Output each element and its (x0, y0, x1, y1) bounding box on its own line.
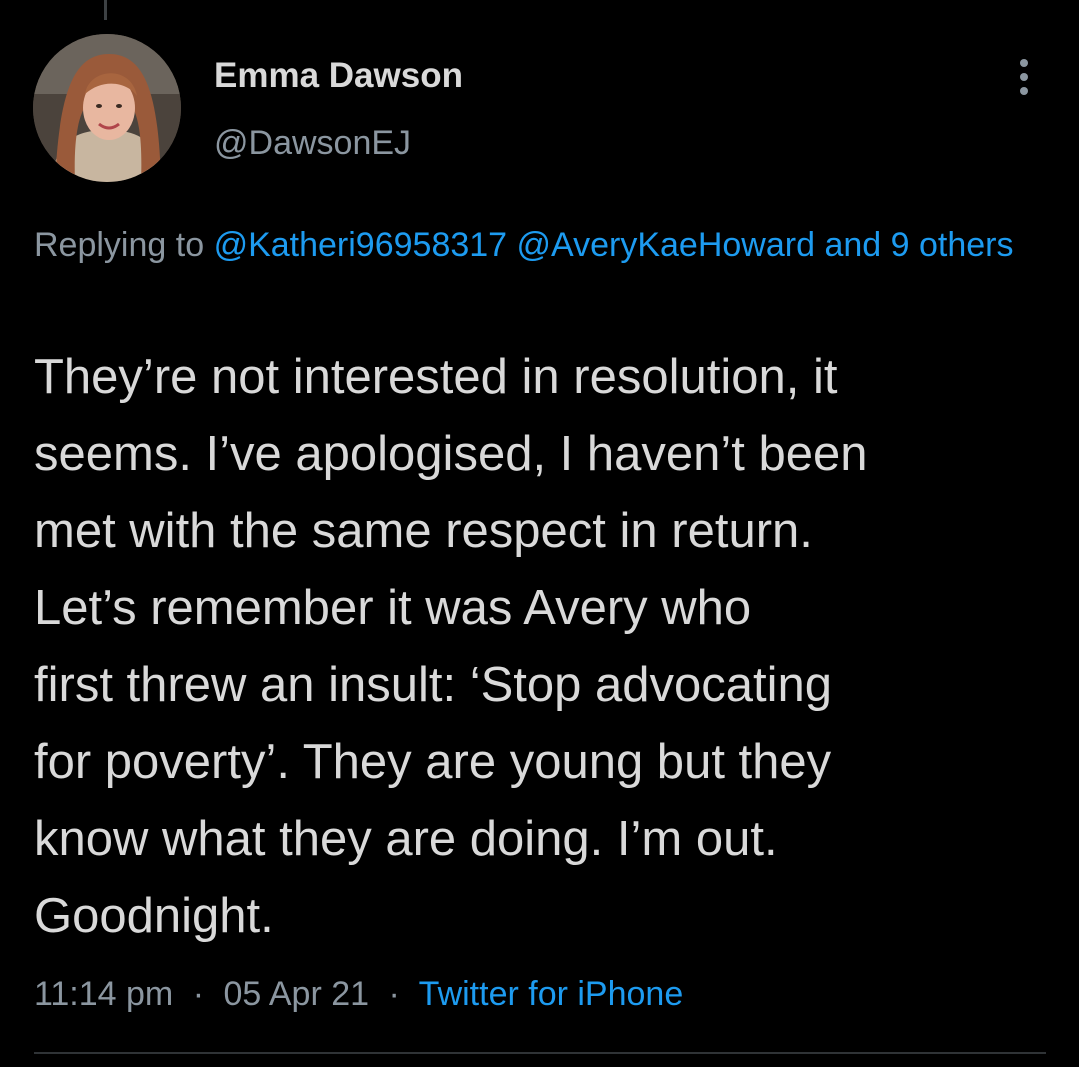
tweet-text-line: know what they are doing. I’m out. (34, 812, 778, 866)
meta-separator: · (388, 975, 400, 1013)
mention-link[interactable]: @Katheri96958317 (214, 226, 508, 264)
tweet-text-line: met with the same respect in return. (34, 504, 813, 558)
divider (34, 1052, 1046, 1054)
thread-connector-line (104, 0, 107, 20)
profile-photo (33, 34, 181, 182)
reply-prefix: Replying to (34, 226, 205, 264)
tweet-text-line: They’re not interested in resolution, it (34, 350, 838, 404)
tweet-text-line: Let’s remember it was Avery who (34, 581, 752, 635)
reply-context: Replying to @Katheri96958317 @AveryKaeHo… (34, 218, 1044, 272)
tweet-source-link[interactable]: Twitter for iPhone (419, 975, 684, 1013)
tweet-text-line: Goodnight. (34, 889, 274, 943)
tweet-text-line: for poverty’. They are young but they (34, 735, 832, 789)
vertical-ellipsis-icon (1020, 73, 1028, 81)
tweet-text: They’re not interested in resolution, it… (34, 339, 1054, 955)
tweet-text-line: first threw an insult: ‘Stop advocating (34, 658, 833, 712)
avatar[interactable] (33, 34, 181, 182)
reply-joiner[interactable]: and (824, 226, 881, 264)
meta-separator: · (192, 975, 205, 1013)
tweet-time[interactable]: 11:14 pm (34, 975, 173, 1013)
tweet-date[interactable]: 05 Apr 21 (223, 975, 369, 1013)
vertical-ellipsis-icon (1020, 87, 1028, 95)
vertical-ellipsis-icon (1020, 59, 1028, 67)
more-options-button[interactable] (1006, 54, 1042, 100)
author-display-name[interactable]: Emma Dawson (214, 56, 463, 96)
tweet-text-line: seems. I’ve apologised, I haven’t been (34, 427, 868, 481)
others-link[interactable]: 9 others (891, 226, 1014, 264)
mention-link[interactable]: @AveryKaeHoward (517, 226, 815, 264)
author-handle[interactable]: @DawsonEJ (214, 124, 411, 163)
tweet-metadata: 11:14 pm · 05 Apr 21 · Twitter for iPhon… (34, 975, 683, 1014)
